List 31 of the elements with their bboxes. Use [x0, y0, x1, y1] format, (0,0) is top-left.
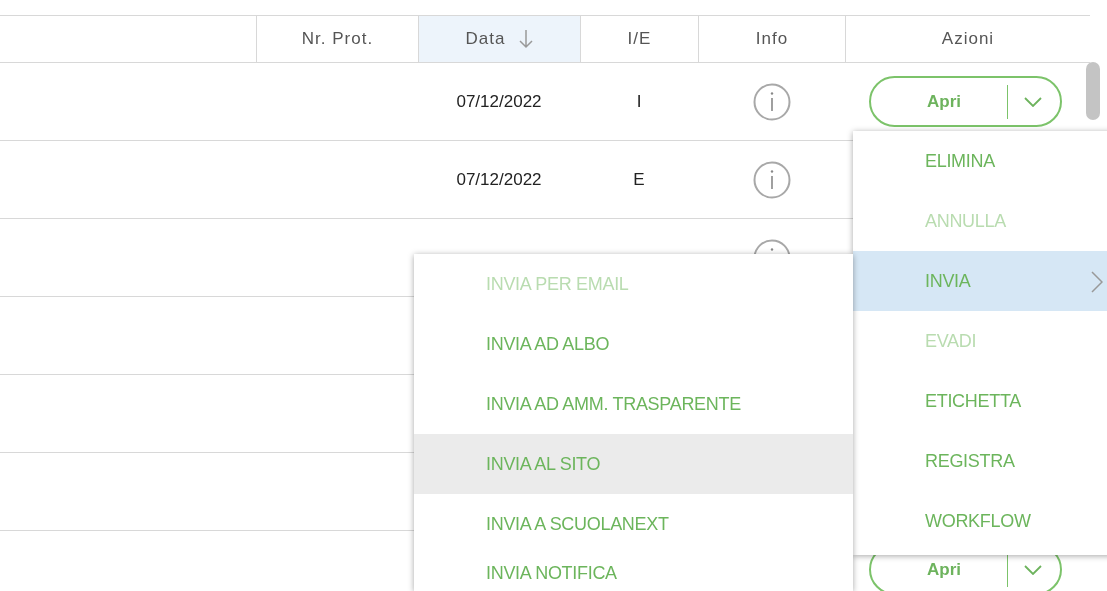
type-cell: E: [633, 169, 645, 190]
header-cell[interactable]: Data: [418, 16, 580, 62]
submenu-item[interactable]: INVIA NOTIFICA: [414, 554, 853, 584]
submenu-item[interactable]: INVIA A SCUOLANEXT: [414, 494, 853, 554]
date-cell: 07/12/2022: [456, 169, 542, 190]
menu-item[interactable]: ETICHETTA: [853, 371, 1107, 431]
chevron-right-icon: [1091, 271, 1103, 293]
column-header[interactable]: Info: [755, 29, 789, 49]
chevron-down-icon[interactable]: [1024, 564, 1042, 575]
scrollbar-thumb[interactable]: [1086, 62, 1100, 120]
open-button[interactable]: Apri: [869, 76, 1062, 127]
info-icon[interactable]: [752, 82, 791, 121]
column-header[interactable]: Data: [465, 29, 506, 49]
sort-down-icon[interactable]: [519, 29, 534, 49]
column-header[interactable]: Nr. Prot.: [301, 29, 374, 49]
menu-item[interactable]: INVIA: [853, 251, 1107, 311]
column-header[interactable]: I/E: [627, 29, 652, 49]
column-header[interactable]: Azioni: [941, 29, 995, 49]
date-cell: 07/12/2022: [456, 91, 542, 112]
chevron-down-icon[interactable]: [1024, 96, 1042, 107]
header-cell[interactable]: Info: [698, 16, 845, 62]
info-icon[interactable]: [752, 160, 791, 199]
header-cell[interactable]: Azioni: [845, 16, 1090, 62]
submenu-item[interactable]: INVIA AL SITO: [414, 434, 853, 494]
type-cell: I: [636, 91, 642, 112]
menu-item[interactable]: REGISTRA: [853, 431, 1107, 491]
menu-item[interactable]: ELIMINA: [853, 131, 1107, 191]
menu-item[interactable]: WORKFLOW: [853, 491, 1107, 551]
submenu-item[interactable]: INVIA AD ALBO: [414, 314, 853, 374]
submenu-item[interactable]: INVIA AD AMM. TRASPARENTE: [414, 374, 853, 434]
header-cell[interactable]: I/E: [580, 16, 698, 62]
